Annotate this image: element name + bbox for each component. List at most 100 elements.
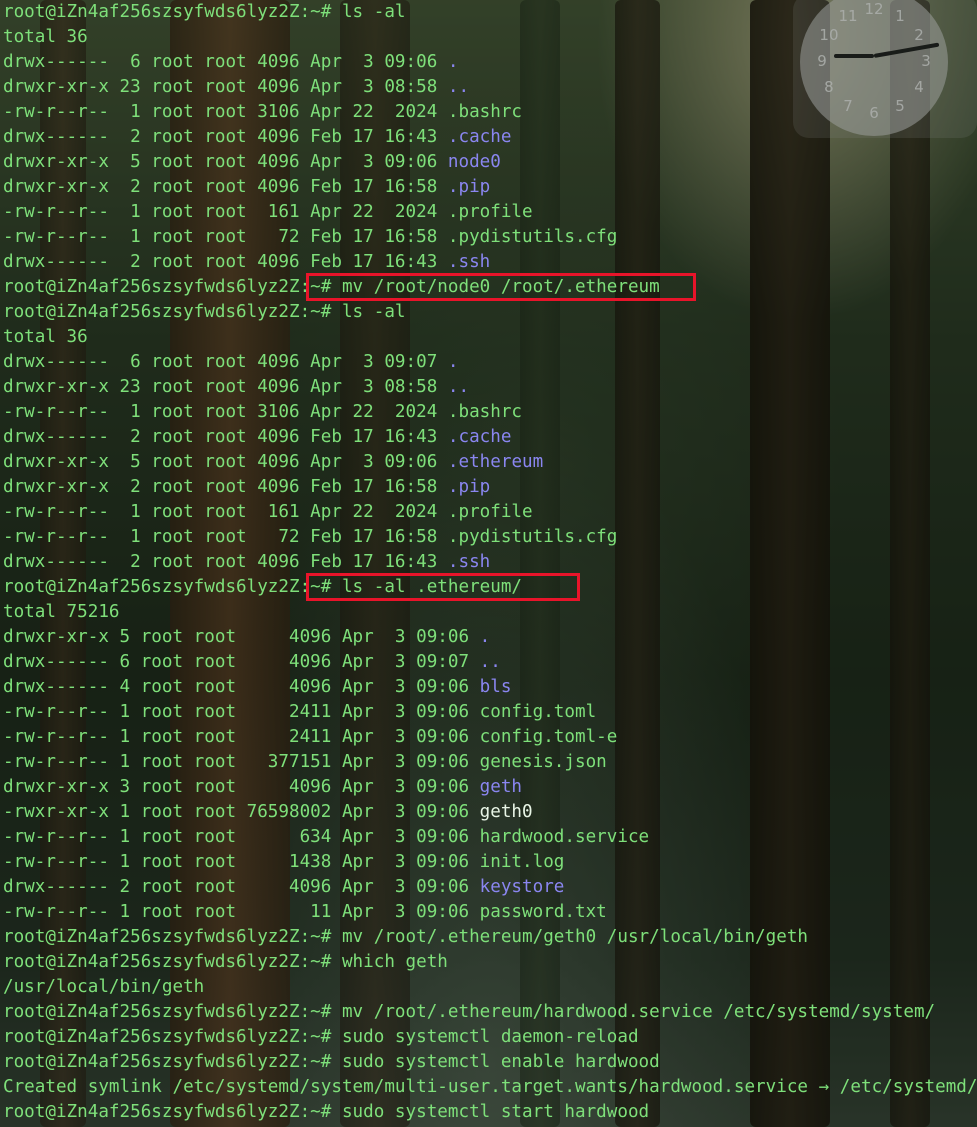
terminal-text: drwxr-xr-x 23 root root 4096 Apr 3 08:58 (3, 77, 448, 97)
terminal-line: drwx------ 2 root root 4096 Apr 3 09:06 … (3, 875, 564, 900)
terminal-line: drwxr-xr-x 5 root root 4096 Apr 3 09:06 … (3, 625, 490, 650)
terminal-text: -rw-r--r-- 1 root root 3106 Apr 22 2024 … (3, 402, 523, 422)
terminal-text: root@iZn4af256szsyfwds6lyz2Z:~# ls -al (3, 302, 406, 322)
terminal-line: -rwxr-xr-x 1 root root 76598002 Apr 3 09… (3, 800, 533, 825)
terminal-line: total 36 (3, 25, 88, 50)
directory-name: .ssh (447, 552, 491, 572)
directory-name: bls (479, 677, 512, 697)
terminal-line: -rw-r--r-- 1 root root 2411 Apr 3 09:06 … (3, 725, 617, 750)
terminal-text: root@iZn4af256szsyfwds6lyz2Z:~# ls -al (3, 2, 406, 22)
terminal-text: drwx------ 6 root root 4096 Apr 3 09:07 (3, 652, 480, 672)
terminal-text: -rw-r--r-- 1 root root 11 Apr 3 09:06 pa… (3, 902, 607, 922)
directory-name: geth (479, 777, 523, 797)
highlight-ls-ethereum-command (306, 573, 580, 601)
terminal-line: Created symlink /etc/systemd/system/mult… (3, 1075, 977, 1100)
terminal-line: drwx------ 2 root root 4096 Feb 17 16:43… (3, 250, 490, 275)
terminal-line: drwxr-xr-x 5 root root 4096 Apr 3 09:06 … (3, 150, 501, 175)
directory-name: .pip (447, 477, 491, 497)
terminal-line: -rw-r--r-- 1 root root 634 Apr 3 09:06 h… (3, 825, 649, 850)
terminal-text: drwxr-xr-x 3 root root 4096 Apr 3 09:06 (3, 777, 480, 797)
terminal-line: total 75216 (3, 600, 120, 625)
terminal-line: -rw-r--r-- 1 root root 72 Feb 17 16:58 .… (3, 225, 617, 250)
terminal-line: drwxr-xr-x 2 root root 4096 Feb 17 16:58… (3, 175, 490, 200)
highlight-mv-command (306, 273, 696, 301)
terminal-line: drwx------ 4 root root 4096 Apr 3 09:06 … (3, 675, 511, 700)
directory-name: .. (479, 652, 501, 672)
terminal-text: -rw-r--r-- 1 root root 72 Feb 17 16:58 .… (3, 227, 618, 247)
terminal-text: -rw-r--r-- 1 root root 1438 Apr 3 09:06 … (3, 852, 565, 872)
terminal-line: root@iZn4af256szsyfwds6lyz2Z:~# sudo sys… (3, 1050, 660, 1075)
directory-name: .cache (447, 427, 512, 447)
terminal-line: drwxr-xr-x 23 root root 4096 Apr 3 08:58… (3, 375, 469, 400)
directory-name: .. (447, 77, 470, 97)
terminal-text: drwx------ 2 root root 4096 Feb 17 16:43 (3, 552, 448, 572)
terminal-text: drwx------ 6 root root 4096 Apr 3 09:06 (3, 52, 448, 72)
terminal-line: drwxr-xr-x 23 root root 4096 Apr 3 08:58… (3, 75, 469, 100)
terminal-text: total 75216 (3, 602, 120, 622)
terminal-text: drwx------ 2 root root 4096 Feb 17 16:43 (3, 427, 448, 447)
terminal-text: total 36 (3, 327, 88, 347)
terminal-text: -rw-r--r-- 1 root root 161 Apr 22 2024 .… (3, 202, 533, 222)
terminal-window[interactable]: root@iZn4af256szsyfwds6lyz2Z:~# ls -al to… (0, 0, 977, 1127)
directory-name: .ethereum (447, 452, 544, 472)
terminal-text: -rw-r--r-- 1 root root 2411 Apr 3 09:06 … (3, 702, 597, 722)
terminal-line: drwxr-xr-x 5 root root 4096 Apr 3 09:06 … (3, 450, 543, 475)
terminal-line: root@iZn4af256szsyfwds6lyz2Z:~# which ge… (3, 950, 448, 975)
directory-name: .pip (447, 177, 491, 197)
terminal-text: drwx------ 4 root root 4096 Apr 3 09:06 (3, 677, 480, 697)
terminal-line: drwx------ 6 root root 4096 Apr 3 09:06 … (3, 50, 458, 75)
terminal-line: -rw-r--r-- 1 root root 72 Feb 17 16:58 .… (3, 525, 617, 550)
terminal-line: /usr/local/bin/geth (3, 975, 204, 1000)
terminal-line: total 36 (3, 325, 88, 350)
terminal-text: -rw-r--r-- 1 root root 3106 Apr 22 2024 … (3, 102, 523, 122)
terminal-text: -rw-r--r-- 1 root root 72 Feb 17 16:58 .… (3, 527, 618, 547)
terminal-line: -rw-r--r-- 1 root root 1438 Apr 3 09:06 … (3, 850, 564, 875)
terminal-line: drwx------ 6 root root 4096 Apr 3 09:07 … (3, 350, 458, 375)
terminal-line: root@iZn4af256szsyfwds6lyz2Z:~# sudo sys… (3, 1025, 639, 1050)
terminal-line: -rw-r--r-- 1 root root 161 Apr 22 2024 .… (3, 500, 533, 525)
terminal-text: drwxr-xr-x 2 root root 4096 Feb 17 16:58 (3, 477, 448, 497)
directory-name: .. (447, 377, 470, 397)
terminal-text: -rw-r--r-- 1 root root 161 Apr 22 2024 .… (3, 502, 533, 522)
terminal-line: root@iZn4af256szsyfwds6lyz2Z:~# sudo sys… (3, 1100, 649, 1125)
terminal-text: root@iZn4af256szsyfwds6lyz2Z:~# sudo sys… (3, 1052, 660, 1072)
terminal-line: -rw-r--r-- 1 root root 11 Apr 3 09:06 pa… (3, 900, 607, 925)
terminal-text: drwx------ 6 root root 4096 Apr 3 09:07 (3, 352, 448, 372)
directory-name: . (447, 52, 459, 72)
terminal-line: -rw-r--r-- 1 root root 3106 Apr 22 2024 … (3, 100, 522, 125)
terminal-line: drwx------ 2 root root 4096 Feb 17 16:43… (3, 550, 490, 575)
terminal-line: drwxr-xr-x 3 root root 4096 Apr 3 09:06 … (3, 775, 522, 800)
terminal-text: root@iZn4af256szsyfwds6lyz2Z:~# which ge… (3, 952, 448, 972)
terminal-text: -rw-r--r-- 1 root root 634 Apr 3 09:06 h… (3, 827, 650, 847)
terminal-text: -rwxr-xr-x 1 root root 76598002 Apr 3 09… (3, 802, 480, 822)
terminal-text: /usr/local/bin/geth (3, 977, 205, 997)
directory-name: . (479, 627, 491, 647)
terminal-text: root@iZn4af256szsyfwds6lyz2Z:~# sudo sys… (3, 1027, 639, 1047)
directory-name: node0 (447, 152, 501, 172)
terminal-text: -rw-r--r-- 1 root root 377151 Apr 3 09:0… (3, 752, 607, 772)
terminal-text: Created symlink /etc/systemd/system/mult… (3, 1077, 977, 1097)
terminal-text: drwxr-xr-x 23 root root 4096 Apr 3 08:58 (3, 377, 448, 397)
terminal-text: drwx------ 2 root root 4096 Feb 17 16:43 (3, 252, 448, 272)
terminal-line: -rw-r--r-- 1 root root 2411 Apr 3 09:06 … (3, 700, 596, 725)
terminal-text: drwxr-xr-x 2 root root 4096 Feb 17 16:58 (3, 177, 448, 197)
directory-name: .cache (447, 127, 512, 147)
terminal-line: root@iZn4af256szsyfwds6lyz2Z:~# mv /root… (3, 1000, 935, 1025)
terminal-text: root@iZn4af256szsyfwds6lyz2Z:~# mv /root… (3, 927, 809, 947)
terminal-line: -rw-r--r-- 1 root root 377151 Apr 3 09:0… (3, 750, 607, 775)
terminal-line: -rw-r--r-- 1 root root 3106 Apr 22 2024 … (3, 400, 522, 425)
terminal-text: root@iZn4af256szsyfwds6lyz2Z:~# sudo sys… (3, 1102, 650, 1122)
terminal-line: drwx------ 6 root root 4096 Apr 3 09:07 … (3, 650, 501, 675)
executable-name: geth0 (479, 802, 533, 822)
terminal-text: drwxr-xr-x 5 root root 4096 Apr 3 09:06 (3, 627, 480, 647)
directory-name: .ssh (447, 252, 491, 272)
terminal-text: total 36 (3, 27, 88, 47)
terminal-line: root@iZn4af256szsyfwds6lyz2Z:~# ls -al (3, 300, 406, 325)
terminal-line: root@iZn4af256szsyfwds6lyz2Z:~# ls -al (3, 0, 406, 25)
terminal-text: -rw-r--r-- 1 root root 2411 Apr 3 09:06 … (3, 727, 618, 747)
terminal-text: drwxr-xr-x 5 root root 4096 Apr 3 09:06 (3, 452, 448, 472)
terminal-text: drwx------ 2 root root 4096 Feb 17 16:43 (3, 127, 448, 147)
directory-name: keystore (479, 877, 565, 897)
directory-name: . (447, 352, 459, 372)
terminal-line: drwx------ 2 root root 4096 Feb 17 16:43… (3, 425, 511, 450)
